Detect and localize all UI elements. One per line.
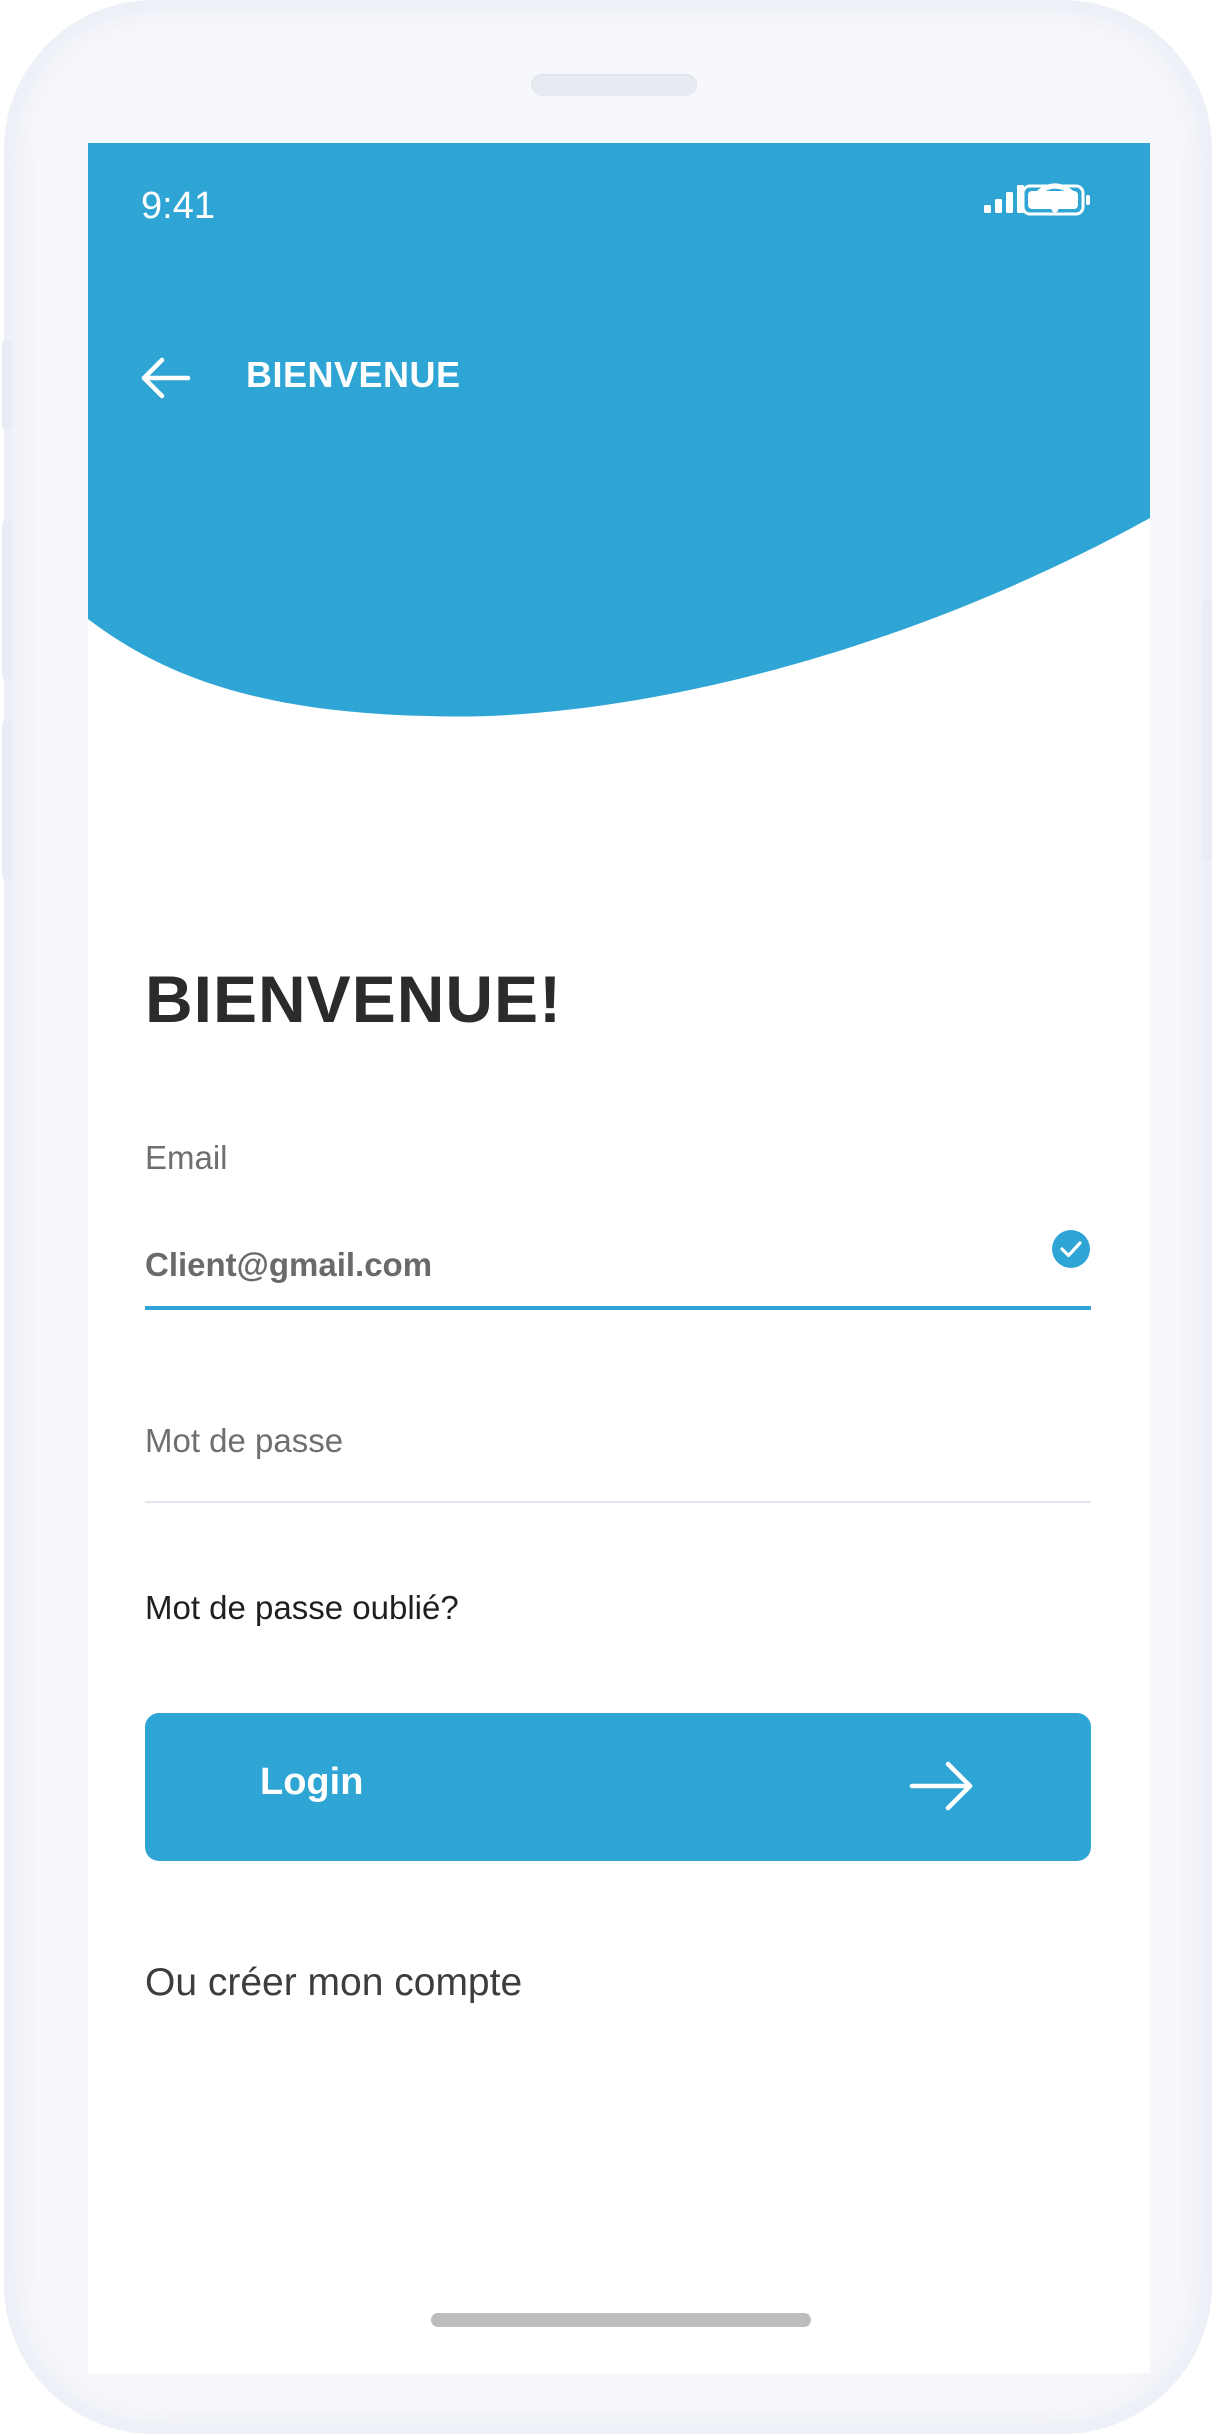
phone-volume-down-button xyxy=(2,720,12,880)
status-time: 9:41 xyxy=(141,185,215,227)
arrow-right-icon xyxy=(909,1761,973,1811)
battery-icon xyxy=(1021,184,1090,216)
email-field[interactable] xyxy=(145,1235,1015,1295)
header-background xyxy=(88,143,1150,717)
arrow-left-icon xyxy=(141,357,191,399)
phone-mute-switch xyxy=(2,340,12,430)
check-circle-icon xyxy=(1052,1230,1090,1268)
header-title: BIENVENUE xyxy=(246,354,461,395)
password-underline xyxy=(145,1501,1091,1503)
back-button[interactable] xyxy=(138,353,194,403)
email-underline xyxy=(145,1306,1091,1310)
page-title: BIENVENUE! xyxy=(145,962,563,1036)
email-label: Email xyxy=(145,1139,228,1176)
phone-speaker xyxy=(531,74,697,96)
home-indicator[interactable] xyxy=(431,2313,811,2327)
create-account-link[interactable]: Ou créer mon compte xyxy=(145,1961,522,2005)
login-button-label: Login xyxy=(260,1761,364,1803)
signal-icon xyxy=(984,185,1024,213)
phone-power-button xyxy=(1202,600,1212,860)
app-screen: 9:41 BIENVENUE BIENVENUE! Email Client@g… xyxy=(88,143,1150,2373)
login-button[interactable]: Login xyxy=(145,1713,1091,1861)
forgot-password-link[interactable]: Mot de passe oublié? xyxy=(145,1589,459,1627)
password-field[interactable] xyxy=(145,1401,1091,1481)
phone-volume-up-button xyxy=(2,520,12,680)
